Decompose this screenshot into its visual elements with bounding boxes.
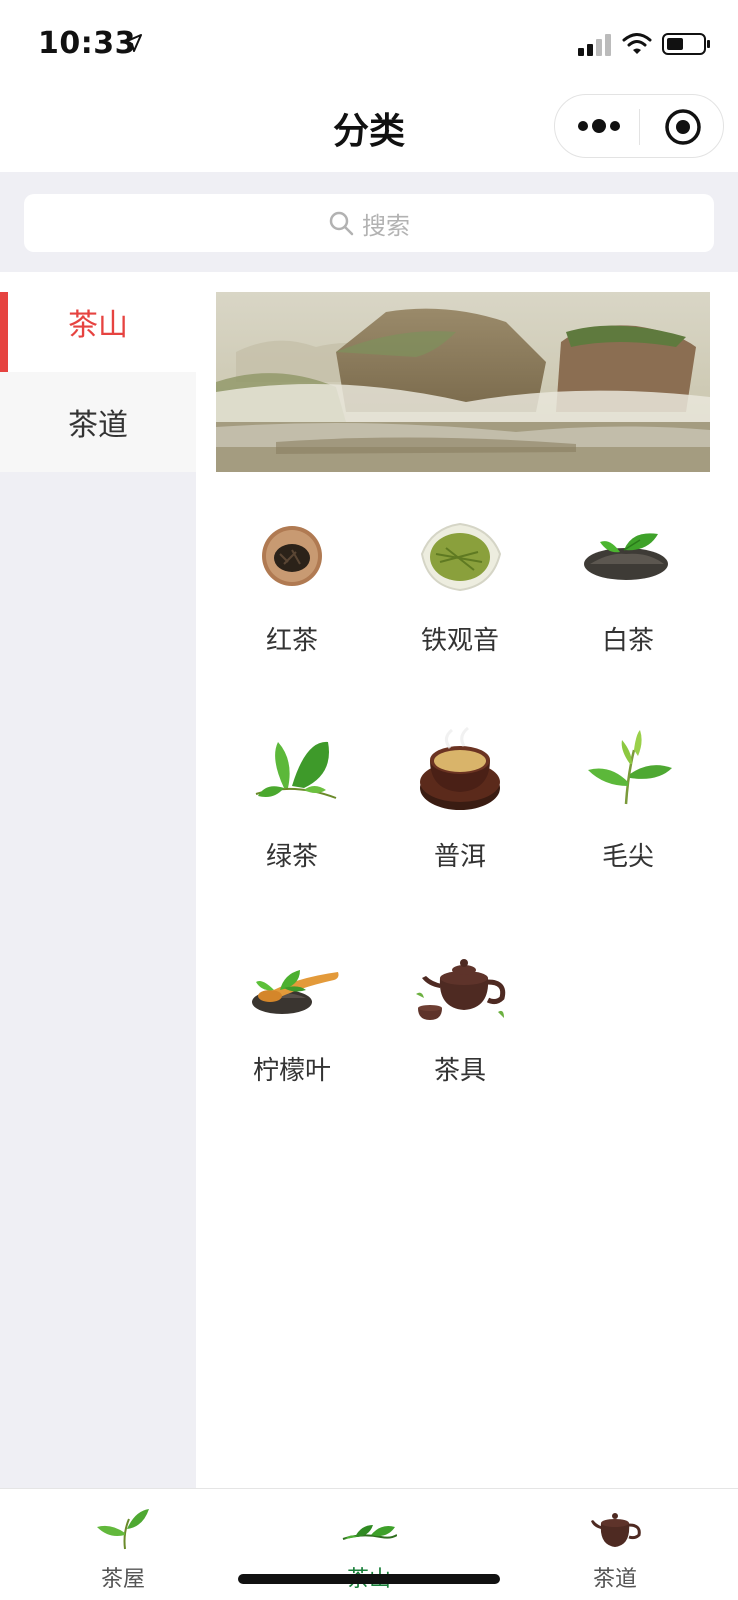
battery-icon: [662, 33, 710, 55]
category-item-baicha[interactable]: 白茶: [544, 508, 712, 658]
location-arrow-icon: [124, 34, 142, 52]
sidebar-item-chashan[interactable]: 茶山: [0, 272, 196, 376]
category-item-ningmengye[interactable]: 柠檬叶: [208, 938, 376, 1088]
category-label: 绿茶: [265, 842, 318, 872]
green-tea-leaf-icon: [255, 741, 337, 799]
category-label: 白茶: [601, 626, 654, 656]
active-indicator: [0, 292, 8, 376]
maojian-leaf-icon: [588, 730, 672, 805]
tab-label: 茶屋: [100, 1567, 145, 1592]
category-sidebar: 茶山 茶道: [0, 272, 196, 1488]
category-item-tieguanyin[interactable]: 铁观音: [376, 508, 544, 658]
wifi-icon: [622, 33, 652, 54]
category-item-chaju[interactable]: 茶具: [376, 938, 544, 1088]
tab-chadao[interactable]: 茶道: [492, 1489, 738, 1600]
search-placeholder: 搜索: [362, 211, 410, 240]
category-item-puer[interactable]: 普洱: [376, 724, 544, 874]
tea-sprout-icon: [97, 1509, 149, 1550]
category-content: 红茶 铁观音 白茶 绿茶 普洱 毛尖 柠檬叶 茶具: [196, 272, 738, 1488]
teapot-icon: [416, 959, 506, 1020]
capsule-divider: [639, 109, 640, 145]
tab-chawu[interactable]: 茶屋: [0, 1489, 246, 1600]
category-label: 普洱: [433, 842, 486, 872]
more-dots-icon[interactable]: [575, 111, 623, 141]
sidebar-item-chadao[interactable]: 茶道: [0, 372, 196, 472]
category-item-hongcha[interactable]: 红茶: [208, 508, 376, 658]
category-label: 柠檬叶: [252, 1056, 331, 1086]
search-icon: [329, 211, 354, 236]
category-item-maojian[interactable]: 毛尖: [544, 724, 712, 874]
mountain-landscape-banner[interactable]: [216, 292, 710, 472]
category-item-lvcha[interactable]: 绿茶: [208, 724, 376, 874]
cellular-signal-icon: [578, 34, 611, 56]
tea-leaves-icon: [342, 1525, 397, 1540]
search-area: 搜索: [0, 172, 738, 272]
category-label: 铁观音: [420, 626, 499, 656]
black-tea-icon: [262, 526, 322, 586]
tieguanyin-icon: [420, 522, 502, 592]
mini-program-capsule: [554, 94, 724, 158]
lemon-leaf-spoon-icon: [252, 970, 339, 1014]
category-label: 红茶: [265, 626, 318, 656]
target-circle-icon[interactable]: [663, 107, 703, 147]
puer-cup-icon: [420, 726, 500, 810]
status-time: 10:33: [38, 26, 136, 61]
sidebar-item-label: 茶道: [68, 408, 128, 443]
white-tea-icon: [584, 533, 668, 580]
search-input[interactable]: 搜索: [24, 194, 714, 252]
category-label: 茶具: [433, 1056, 486, 1086]
home-indicator: [238, 1574, 500, 1584]
category-label: 毛尖: [601, 842, 654, 872]
nav-bar: 分类: [0, 88, 738, 172]
status-bar: 10:33: [0, 0, 738, 88]
sidebar-item-label: 茶山: [68, 308, 128, 343]
teapot-tab-icon: [591, 1513, 641, 1547]
tab-label: 茶道: [592, 1567, 637, 1592]
